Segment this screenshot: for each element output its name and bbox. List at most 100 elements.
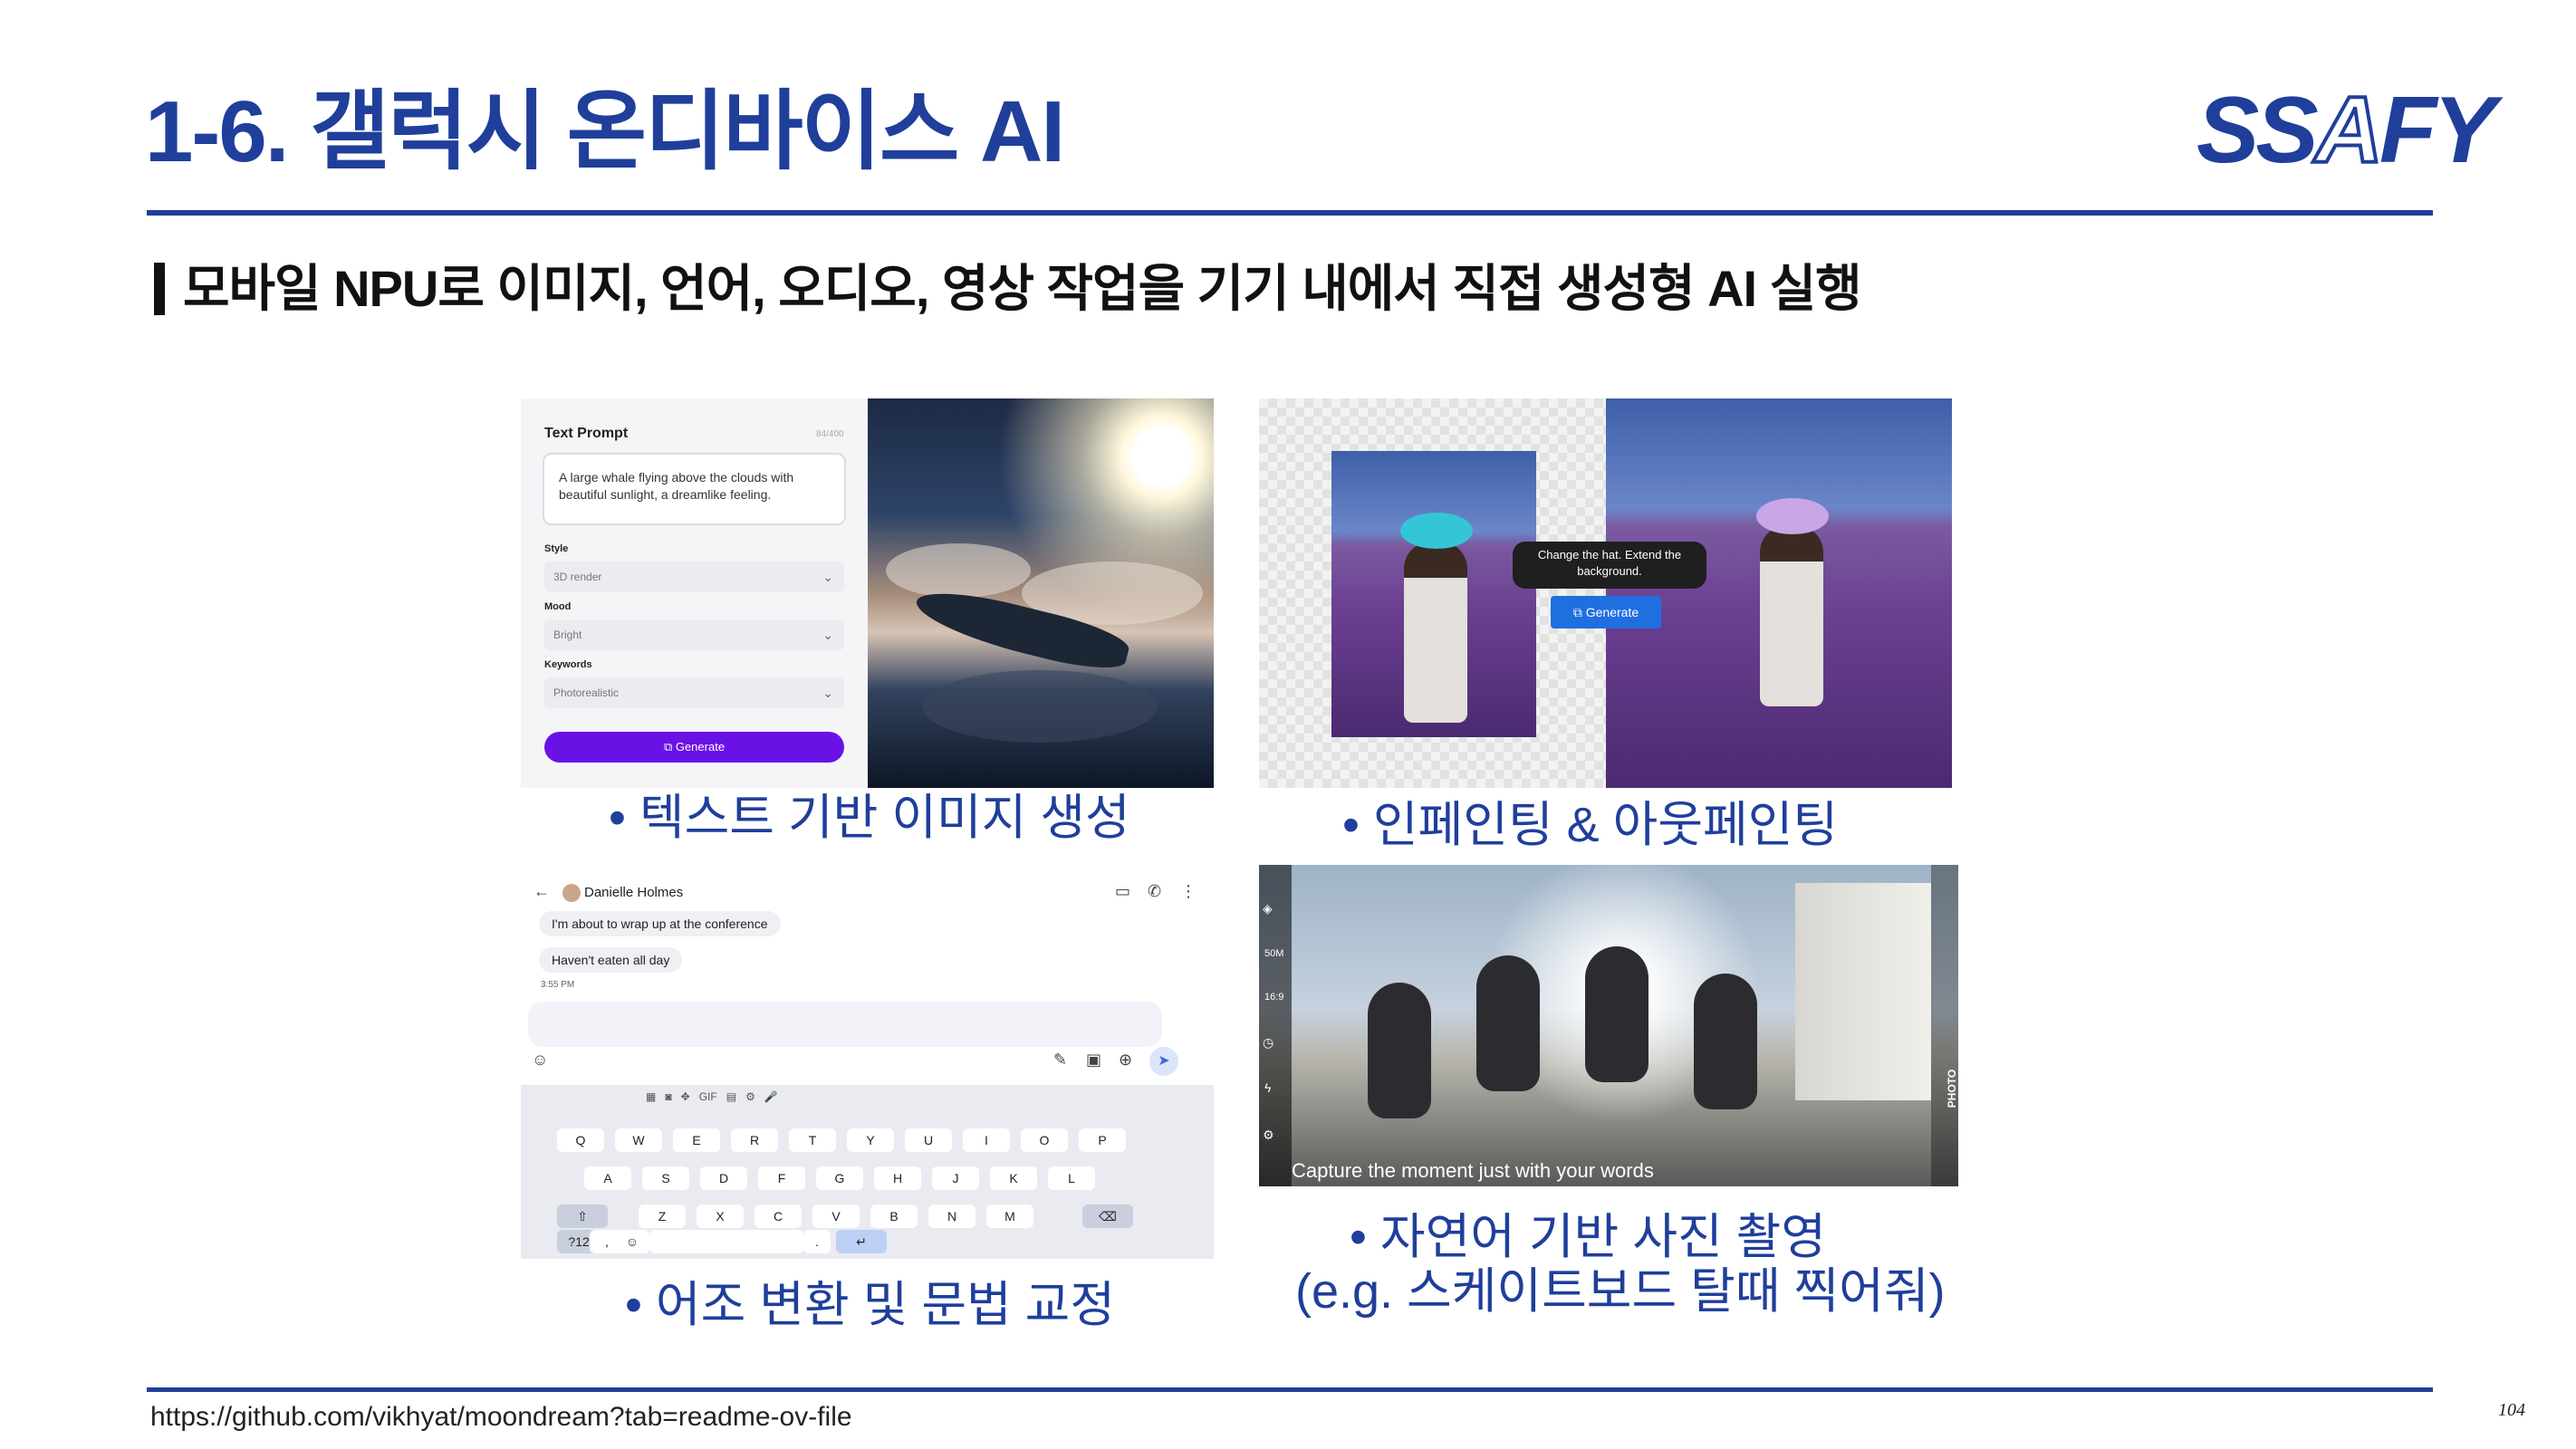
- generate-button[interactable]: ⧉ Generate: [544, 732, 844, 763]
- keywords-select[interactable]: Photorealistic ⌄: [544, 677, 844, 708]
- caption-tone: • 어조 변환 및 문법 교정: [625, 1278, 1116, 1332]
- key-z[interactable]: Z: [639, 1204, 686, 1228]
- backspace-key[interactable]: ⌫: [1082, 1204, 1133, 1228]
- more-icon[interactable]: ⋮: [1180, 882, 1197, 901]
- key-n[interactable]: N: [928, 1204, 976, 1228]
- contact-name: Danielle Holmes: [584, 885, 684, 900]
- keyboard-toolbar: ▦ ◙ ✥ GIF ▤ ⚙ 🎤: [646, 1090, 778, 1103]
- phone-icon[interactable]: ✆: [1148, 882, 1161, 901]
- building: [1795, 883, 1931, 1100]
- hat-lilac: [1756, 498, 1829, 534]
- settings-icon[interactable]: ⚙: [1263, 1128, 1274, 1143]
- clipboard-icon[interactable]: ▤: [726, 1090, 736, 1103]
- key-j[interactable]: J: [932, 1166, 979, 1190]
- text-prompt-heading: Text Prompt: [544, 426, 629, 441]
- key-t[interactable]: T: [789, 1128, 836, 1152]
- video-call-icon[interactable]: ▭: [1115, 882, 1130, 901]
- key-x[interactable]: X: [697, 1204, 744, 1228]
- message-input[interactable]: [528, 1002, 1162, 1047]
- cloud: [886, 543, 1031, 598]
- skater-figure: [1585, 946, 1648, 1082]
- photo-mode-label[interactable]: PHOTO: [1946, 1070, 1958, 1108]
- mood-label: Mood: [544, 601, 572, 612]
- source-url[interactable]: https://github.com/vikhyat/moondream?tab…: [150, 1402, 852, 1433]
- style-value: 3D render: [553, 571, 602, 583]
- ratio-label[interactable]: 16:9: [1264, 992, 1283, 1003]
- woman-figure: [1760, 525, 1823, 706]
- key-m[interactable]: M: [986, 1204, 1033, 1228]
- enter-key[interactable]: ↵: [836, 1230, 887, 1253]
- key-c[interactable]: C: [755, 1204, 802, 1228]
- key-b[interactable]: B: [870, 1204, 918, 1228]
- inpainting-panel: [1259, 398, 1952, 788]
- layers-icon[interactable]: ◈: [1263, 901, 1273, 916]
- gif-button[interactable]: GIF: [699, 1090, 717, 1103]
- original-photo: [1331, 451, 1536, 737]
- key-w[interactable]: W: [615, 1128, 662, 1152]
- key-y[interactable]: Y: [847, 1128, 894, 1152]
- mood-select[interactable]: Bright ⌄: [544, 619, 844, 650]
- chevron-down-icon: ⌄: [822, 628, 833, 642]
- cursor-icon[interactable]: ✥: [681, 1090, 690, 1103]
- timer-icon[interactable]: ◷: [1263, 1035, 1274, 1051]
- emoji-key[interactable]: ☺: [615, 1230, 649, 1253]
- flash-icon[interactable]: ϟ: [1264, 1080, 1271, 1095]
- skate-photo: ◈ 50M 16:9 ◷ ϟ ⚙ PHOTO Capture the momen…: [1259, 865, 1958, 1186]
- caption-photo-line2: (e.g. 스케이트보드 탈때 찍어줘): [1295, 1264, 1946, 1319]
- gallery-icon[interactable]: ▣: [1086, 1051, 1101, 1070]
- key-e[interactable]: E: [673, 1128, 720, 1152]
- key-d[interactable]: D: [700, 1166, 747, 1190]
- subtitle-text: 모바일 NPU로 이미지, 언어, 오디오, 영상 작업을 기기 내에서 직접 …: [183, 260, 1862, 317]
- chat-header: ← Danielle Holmes ▭ ✆ ⋮: [521, 869, 1214, 916]
- avatar: [562, 884, 581, 902]
- header-divider: [147, 210, 2433, 216]
- space-key[interactable]: [649, 1230, 803, 1253]
- keywords-value: Photorealistic: [553, 686, 620, 699]
- message-timestamp: 3:55 PM: [541, 980, 575, 990]
- key-q[interactable]: Q: [557, 1128, 604, 1152]
- key-o[interactable]: O: [1021, 1128, 1068, 1152]
- chevron-down-icon: ⌄: [822, 686, 833, 700]
- prompt-input[interactable]: A large whale flying above the clouds wi…: [543, 453, 846, 525]
- edit-instruction-bubble: Change the hat. Extend the background.: [1513, 542, 1706, 589]
- emoji-icon[interactable]: ☺: [532, 1051, 548, 1070]
- skater-figure: [1694, 974, 1757, 1109]
- key-u[interactable]: U: [905, 1128, 952, 1152]
- edited-photo: [1606, 398, 1952, 788]
- ai-tools-icon[interactable]: ▦: [646, 1090, 656, 1103]
- key-a[interactable]: A: [584, 1166, 631, 1190]
- shift-key[interactable]: ⇧: [557, 1204, 608, 1228]
- generate-label: Generate: [675, 740, 726, 753]
- key-h[interactable]: H: [874, 1166, 921, 1190]
- footer-divider: [147, 1387, 2433, 1392]
- back-arrow-icon[interactable]: ←: [533, 882, 550, 901]
- key-l[interactable]: L: [1048, 1166, 1095, 1190]
- key-i[interactable]: I: [963, 1128, 1010, 1152]
- period-key[interactable]: .: [803, 1230, 831, 1253]
- caption-photo-line1: • 자연어 기반 사진 촬영: [1350, 1210, 1827, 1264]
- key-k[interactable]: K: [990, 1166, 1037, 1190]
- key-r[interactable]: R: [731, 1128, 778, 1152]
- key-p[interactable]: P: [1079, 1128, 1126, 1152]
- woman-figure: [1404, 542, 1467, 723]
- style-select[interactable]: 3D render ⌄: [544, 561, 844, 592]
- send-icon[interactable]: ➤: [1149, 1047, 1178, 1076]
- key-v[interactable]: V: [812, 1204, 860, 1228]
- mic-icon[interactable]: 🎤: [764, 1090, 778, 1103]
- camera-sidebar: ◈ 50M 16:9 ◷ ϟ ⚙: [1259, 865, 1292, 1186]
- page-title: 1-6. 갤럭시 온디바이스 AI: [145, 83, 1065, 180]
- pen-icon[interactable]: ✎: [1053, 1051, 1067, 1070]
- resolution-label[interactable]: 50M: [1264, 948, 1283, 959]
- settings-icon[interactable]: ⚙: [745, 1090, 755, 1103]
- key-g[interactable]: G: [816, 1166, 863, 1190]
- page-number: 104: [2498, 1400, 2525, 1420]
- style-label: Style: [544, 543, 569, 554]
- add-icon[interactable]: ⊕: [1119, 1051, 1132, 1070]
- skater-figure: [1368, 983, 1431, 1118]
- mood-value: Bright: [553, 629, 582, 641]
- key-s[interactable]: S: [642, 1166, 689, 1190]
- section-subtitle: 모바일 NPU로 이미지, 언어, 오디오, 영상 작업을 기기 내에서 직접 …: [154, 260, 1862, 317]
- inpaint-generate-button[interactable]: ⧉ Generate: [1551, 596, 1661, 629]
- sticker-icon[interactable]: ◙: [665, 1090, 671, 1103]
- key-f[interactable]: F: [758, 1166, 805, 1190]
